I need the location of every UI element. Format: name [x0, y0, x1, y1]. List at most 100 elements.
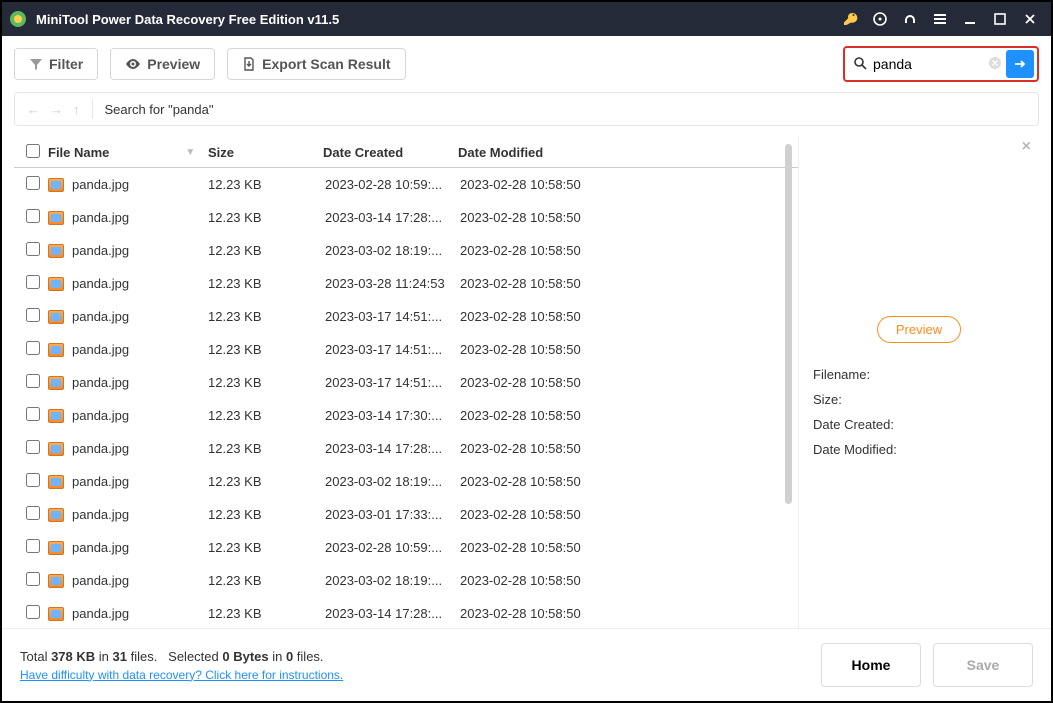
table-row[interactable]: panda.jpg12.23 KB2023-03-02 18:19:...202… — [14, 234, 798, 267]
cell-created: 2023-03-02 18:19:... — [325, 474, 460, 489]
filter-label: Filter — [49, 56, 83, 72]
cell-size: 12.23 KB — [208, 474, 325, 489]
row-checkbox[interactable] — [26, 308, 40, 322]
nav-up-icon[interactable]: ↑ — [73, 102, 80, 117]
help-link[interactable]: Have difficulty with data recovery? Clic… — [20, 668, 343, 682]
select-all-checkbox[interactable] — [26, 144, 40, 158]
search-input[interactable] — [873, 56, 988, 72]
cell-created: 2023-03-02 18:19:... — [325, 243, 460, 258]
home-button[interactable]: Home — [821, 643, 921, 687]
table-row[interactable]: panda.jpg12.23 KB2023-03-28 11:24:532023… — [14, 267, 798, 300]
minimize-icon[interactable] — [957, 6, 983, 32]
menu-icon[interactable] — [927, 6, 953, 32]
cell-name: panda.jpg — [72, 210, 208, 225]
cell-created: 2023-02-28 10:59:... — [325, 540, 460, 555]
breadcrumb: ← → ↑ Search for "panda" — [14, 92, 1039, 126]
table-row[interactable]: panda.jpg12.23 KB2023-02-28 10:59:...202… — [14, 531, 798, 564]
col-modified[interactable]: Date Modified — [458, 145, 618, 160]
clear-search-icon[interactable] — [988, 56, 1002, 73]
table-row[interactable]: panda.jpg12.23 KB2023-03-01 17:33:...202… — [14, 498, 798, 531]
col-created[interactable]: Date Created — [323, 145, 458, 160]
table-row[interactable]: panda.jpg12.23 KB2023-03-14 17:28:...202… — [14, 201, 798, 234]
filter-button[interactable]: Filter — [14, 48, 98, 80]
cell-size: 12.23 KB — [208, 375, 325, 390]
nav-back-icon[interactable]: ← — [27, 102, 40, 117]
cell-name: panda.jpg — [72, 441, 208, 456]
preview-size-label: Size: — [813, 392, 1031, 407]
table-row[interactable]: panda.jpg12.23 KB2023-03-02 18:19:...202… — [14, 564, 798, 597]
preview-button[interactable]: Preview — [110, 48, 215, 80]
column-header: File Name ▼ Size Date Created Date Modifi… — [14, 136, 798, 168]
breadcrumb-text: Search for "panda" — [93, 102, 226, 117]
footer: Total 378 KB in 31 files. Selected 0 Byt… — [2, 628, 1051, 701]
table-row[interactable]: panda.jpg12.23 KB2023-03-14 17:30:...202… — [14, 399, 798, 432]
footer-stats: Total 378 KB in 31 files. Selected 0 Byt… — [20, 649, 324, 664]
cell-name: panda.jpg — [72, 309, 208, 324]
image-file-icon — [48, 442, 64, 456]
cell-created: 2023-03-01 17:33:... — [325, 507, 460, 522]
cell-name: panda.jpg — [72, 177, 208, 192]
image-file-icon — [48, 409, 64, 423]
row-checkbox[interactable] — [26, 605, 40, 619]
search-submit-button[interactable] — [1006, 50, 1034, 78]
row-checkbox[interactable] — [26, 539, 40, 553]
table-row[interactable]: panda.jpg12.23 KB2023-03-02 18:19:...202… — [14, 465, 798, 498]
cell-size: 12.23 KB — [208, 309, 325, 324]
image-file-icon — [48, 178, 64, 192]
table-row[interactable]: panda.jpg12.23 KB2023-03-17 14:51:...202… — [14, 366, 798, 399]
nav-forward-icon[interactable]: → — [50, 102, 63, 117]
cell-modified: 2023-02-28 10:58:50 — [460, 606, 620, 621]
export-icon — [242, 57, 256, 71]
col-size[interactable]: Size — [208, 145, 323, 160]
row-checkbox[interactable] — [26, 374, 40, 388]
export-button[interactable]: Export Scan Result — [227, 48, 405, 80]
headphones-icon[interactable] — [897, 6, 923, 32]
row-checkbox[interactable] — [26, 440, 40, 454]
row-checkbox[interactable] — [26, 209, 40, 223]
file-list: File Name ▼ Size Date Created Date Modifi… — [14, 136, 799, 628]
cell-name: panda.jpg — [72, 276, 208, 291]
table-row[interactable]: panda.jpg12.23 KB2023-03-17 14:51:...202… — [14, 333, 798, 366]
cell-modified: 2023-02-28 10:58:50 — [460, 408, 620, 423]
search-box — [843, 46, 1039, 82]
cell-created: 2023-03-14 17:28:... — [325, 210, 460, 225]
save-button[interactable]: Save — [933, 643, 1033, 687]
row-checkbox[interactable] — [26, 407, 40, 421]
disc-icon[interactable] — [867, 6, 893, 32]
row-checkbox[interactable] — [26, 275, 40, 289]
cell-name: panda.jpg — [72, 243, 208, 258]
cell-modified: 2023-02-28 10:58:50 — [460, 210, 620, 225]
scrollbar[interactable] — [785, 144, 792, 504]
preview-panel: × Preview Filename: Size: Date Created: … — [799, 136, 1039, 628]
row-checkbox[interactable] — [26, 242, 40, 256]
cell-created: 2023-03-17 14:51:... — [325, 342, 460, 357]
image-file-icon — [48, 310, 64, 324]
export-label: Export Scan Result — [262, 56, 390, 72]
close-preview-icon[interactable]: × — [1022, 138, 1031, 156]
table-row[interactable]: panda.jpg12.23 KB2023-03-14 17:28:...202… — [14, 432, 798, 465]
table-row[interactable]: panda.jpg12.23 KB2023-02-28 10:59:...202… — [14, 168, 798, 201]
sort-icon[interactable]: ▼ — [185, 147, 195, 158]
row-checkbox[interactable] — [26, 176, 40, 190]
row-checkbox[interactable] — [26, 473, 40, 487]
cell-created: 2023-03-02 18:19:... — [325, 573, 460, 588]
image-file-icon — [48, 277, 64, 291]
row-checkbox[interactable] — [26, 341, 40, 355]
key-icon[interactable] — [837, 6, 863, 32]
cell-size: 12.23 KB — [208, 210, 325, 225]
table-row[interactable]: panda.jpg12.23 KB2023-03-17 14:51:...202… — [14, 300, 798, 333]
table-row[interactable]: panda.jpg12.23 KB2023-03-14 17:28:...202… — [14, 597, 798, 628]
toolbar: Filter Preview Export Scan Result — [2, 36, 1051, 92]
row-checkbox[interactable] — [26, 506, 40, 520]
row-checkbox[interactable] — [26, 572, 40, 586]
cell-modified: 2023-02-28 10:58:50 — [460, 507, 620, 522]
image-file-icon — [48, 211, 64, 225]
col-name[interactable]: File Name — [48, 145, 109, 160]
cell-size: 12.23 KB — [208, 243, 325, 258]
cell-modified: 2023-02-28 10:58:50 — [460, 342, 620, 357]
cell-modified: 2023-02-28 10:58:50 — [460, 276, 620, 291]
image-file-icon — [48, 376, 64, 390]
open-preview-button[interactable]: Preview — [877, 316, 961, 343]
maximize-icon[interactable] — [987, 6, 1013, 32]
close-icon[interactable] — [1017, 6, 1043, 32]
